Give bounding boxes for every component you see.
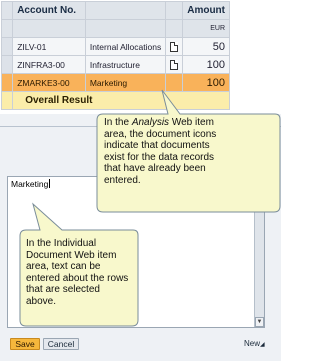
document-callout-text: In the Individual Document Web item area… [26,238,129,307]
analysis-callout-text: In the Analysis Web item area, the docum… [104,117,217,186]
